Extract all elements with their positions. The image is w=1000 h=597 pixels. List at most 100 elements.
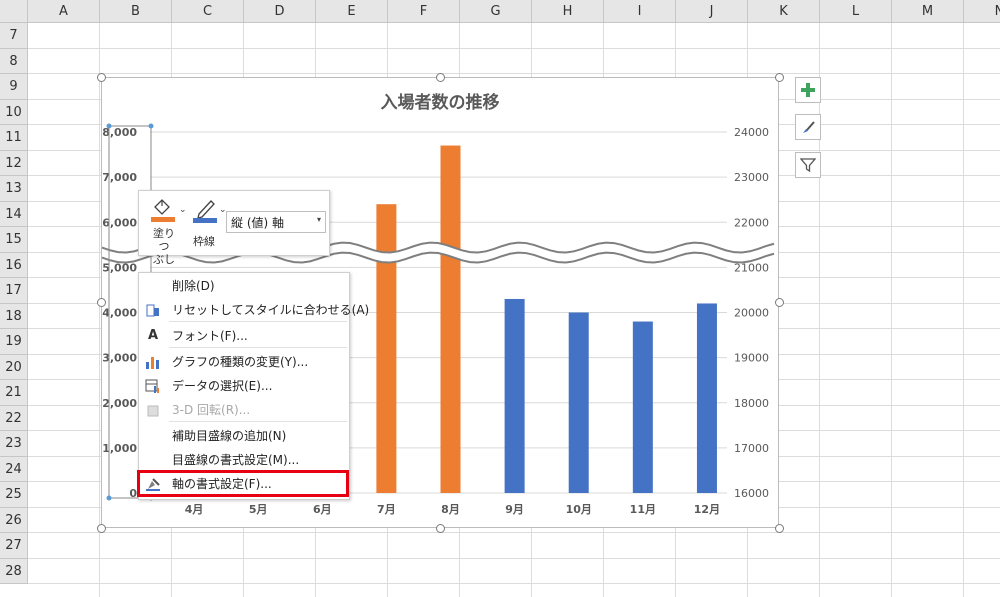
chart-resize-handle[interactable] [97,73,106,82]
column-header-A[interactable]: A [28,0,100,23]
chart-element-selector[interactable]: 縦 (値) 軸 ▾ [226,211,326,233]
right-axis-tick-label: 19000 [734,352,769,365]
row-header-19[interactable]: 19 [0,329,28,355]
axis-selection-handle [106,123,112,129]
grid-line [28,557,1000,559]
row-header-24[interactable]: 24 [0,456,28,482]
row-header-9[interactable]: 9 [0,74,28,100]
row-header-23[interactable]: 23 [0,431,28,457]
chart-elements-button[interactable] [795,77,821,103]
fill-button[interactable]: ⌄ 塗りつ ぶし [147,195,187,266]
font-icon: A [147,328,159,343]
column-header-B[interactable]: B [100,0,172,23]
column-header-I[interactable]: I [604,0,676,23]
x-axis-tick-label: 4月 [185,503,204,516]
row-header-10[interactable]: 10 [0,99,28,125]
context-menu-item-3[interactable]: A フォント(F)... [139,324,349,348]
outline-label: 枠線 [193,235,215,248]
row-header-20[interactable]: 20 [0,354,28,380]
chart-resize-handle[interactable] [775,73,784,82]
row-header-17[interactable]: 17 [0,278,28,304]
column-header-H[interactable]: H [532,0,604,23]
x-axis-tick-label: 11月 [630,503,656,516]
grid-line [28,583,1000,584]
chart-resize-handle[interactable] [436,524,445,533]
row-header-16[interactable]: 16 [0,252,28,278]
dropdown-arrow-icon: ▾ [316,215,321,224]
fill-label-1: 塗りつ [153,227,175,253]
context-menu-item-7[interactable]: 補助目盛線の追加(N) [139,424,349,448]
grid-line [891,23,892,597]
row-header-15[interactable]: 15 [0,227,28,253]
left-axis-tick-label: 3,000 [102,352,137,365]
column-header-N[interactable]: N [964,0,1000,23]
chart-resize-handle[interactable] [775,524,784,533]
row-header-11[interactable]: 11 [0,125,28,151]
row-header-21[interactable]: 21 [0,380,28,406]
right-axis-tick-label: 16000 [734,487,769,500]
x-axis-tick-label: 8月 [441,503,460,516]
row-header-7[interactable]: 7 [0,23,28,49]
chart-resize-handle[interactable] [436,73,445,82]
row-header-8[interactable]: 8 [0,48,28,74]
axis-selection-handle [148,123,154,129]
chart-styles-button[interactable] [795,114,821,140]
context-menu-item-label: リセットしてスタイルに合わせる(A) [172,303,370,317]
right-axis-tick-label: 18000 [734,397,769,410]
selector-value: 縦 (値) 軸 [231,216,284,230]
context-menu-item-1[interactable]: 削除(D) [139,274,349,298]
column-header-E[interactable]: E [316,0,388,23]
column-header-L[interactable]: L [820,0,892,23]
row-header-13[interactable]: 13 [0,176,28,202]
column-header-F[interactable]: F [388,0,460,23]
chart-resize-handle[interactable] [97,298,106,307]
column-header-D[interactable]: D [244,0,316,23]
plus-icon [801,83,815,97]
x-axis-tick-label: 9月 [505,503,524,516]
x-axis-tick-label: 7月 [377,503,396,516]
column-header-M[interactable]: M [892,0,964,23]
context-menu-item-4[interactable]: グラフの種類の変更(Y)... [139,350,349,374]
row-header-12[interactable]: 12 [0,150,28,176]
context-menu-item-2[interactable]: リセットしてスタイルに合わせる(A) [139,298,369,322]
context-menu-item-5[interactable]: データの選択(E)... [139,374,349,398]
highlight-box [137,470,349,497]
select-data-icon [145,378,161,394]
outline-button[interactable]: ⌄ 枠線 [189,195,227,253]
left-axis-tick-label: 5,000 [102,261,137,274]
left-axis-tick-label: 4,000 [102,307,137,320]
grid-line [28,47,1000,49]
row-header-18[interactable]: 18 [0,303,28,329]
right-axis-tick-label: 17000 [734,442,769,455]
context-menu: 削除(D) リセットしてスタイルに合わせる(A) A フォント(F)... グラフの種類… [138,272,369,500]
right-axis-tick-label: 24000 [734,126,769,139]
context-menu-item-label: 削除(D) [172,279,215,293]
context-menu-item-8[interactable]: 目盛線の書式設定(M)... [139,448,349,472]
chart-resize-handle[interactable] [775,298,784,307]
bar-8月 [440,145,461,493]
chevron-down-icon: ⌄ [179,205,187,215]
row-header-22[interactable]: 22 [0,405,28,431]
context-menu-item-6: 3-D 回転(R)... [139,398,349,422]
bar-10月 [568,312,589,493]
chart-resize-handle[interactable] [97,524,106,533]
column-header-J[interactable]: J [676,0,748,23]
context-menu-item-label: グラフの種類の変更(Y)... [172,355,309,369]
bar-7月 [376,204,397,493]
grid-line [28,532,1000,533]
row-header-25[interactable]: 25 [0,482,28,508]
column-header-G[interactable]: G [460,0,532,23]
select-all-corner[interactable] [0,0,28,23]
row-header-27[interactable]: 27 [0,533,28,559]
row-header-28[interactable]: 28 [0,558,28,584]
context-menu-item-label: 補助目盛線の追加(N) [172,429,287,443]
fill-label-2: ぶし [153,253,175,266]
row-header-26[interactable]: 26 [0,507,28,533]
chart-filters-button[interactable] [795,152,821,178]
column-header-C[interactable]: C [172,0,244,23]
axis-selection-handle [106,495,112,501]
grid-line [28,73,1000,74]
left-axis-tick-label: 2,000 [102,397,137,410]
column-header-K[interactable]: K [748,0,820,23]
row-header-14[interactable]: 14 [0,201,28,227]
